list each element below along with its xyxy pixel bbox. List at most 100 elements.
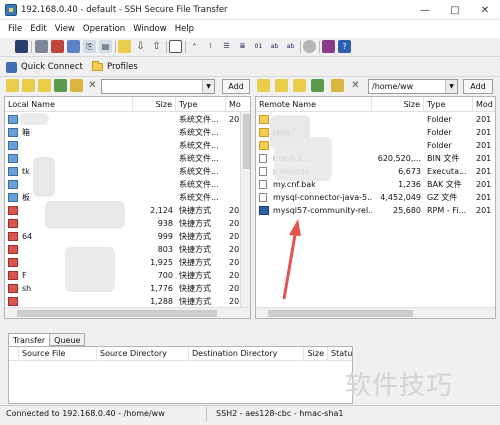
- disconnect-icon[interactable]: [51, 40, 64, 53]
- local-row[interactable]: 803 快捷方式 20: [5, 243, 250, 256]
- remote-up-folder-icon[interactable]: [257, 79, 270, 92]
- remote-row[interactable]: mysql57-community-rel... 25,680 RPM - Fi..…: [256, 204, 495, 217]
- local-file-pane[interactable]: Local Name Size Type Mo 系统文件... 20 箱系统文件..…: [4, 96, 251, 319]
- transfer-col-destination-directory[interactable]: Destination Directory: [189, 347, 304, 361]
- pc-icon: [8, 180, 18, 189]
- remote-path-combo[interactable]: /home/ww ▼: [368, 79, 458, 94]
- maximize-button[interactable]: □: [440, 0, 470, 20]
- remote-cell-mod: 201: [476, 206, 492, 215]
- chevron-down-icon[interactable]: ▼: [202, 80, 214, 93]
- remote-delete-icon[interactable]: ✕: [349, 79, 362, 92]
- transfer-list[interactable]: Source File Source Directory Destination…: [8, 346, 353, 404]
- download-icon[interactable]: ⇩: [134, 40, 147, 53]
- menu-file[interactable]: File: [4, 24, 26, 34]
- transfer-col-source-directory[interactable]: Source Directory: [97, 347, 189, 361]
- window-icon[interactable]: [169, 40, 182, 53]
- save-icon[interactable]: [15, 40, 28, 53]
- ascii-mode-icon[interactable]: ab: [268, 40, 281, 53]
- remote-cell-type: GZ 文件: [427, 193, 458, 202]
- remote-horizontal-scrollbar[interactable]: [256, 307, 495, 318]
- print-icon[interactable]: [35, 40, 48, 53]
- folder-new-icon[interactable]: [118, 40, 131, 53]
- local-row[interactable]: 1,925 快捷方式 20: [5, 256, 250, 269]
- connect-icon[interactable]: [67, 40, 80, 53]
- copy-icon[interactable]: ⎘: [83, 40, 96, 53]
- local-row[interactable]: 64 999 快捷方式 20: [5, 230, 250, 243]
- menu-view[interactable]: View: [51, 24, 79, 34]
- remote-header: Remote Name Size Type Mod: [256, 97, 495, 112]
- remote-new-folder-icon[interactable]: [293, 79, 306, 92]
- stop-icon[interactable]: [303, 40, 316, 53]
- chevron-down-icon[interactable]: ▼: [445, 80, 457, 93]
- transfer-col-source-file[interactable]: Source File: [19, 347, 97, 361]
- local-home-icon[interactable]: [22, 79, 35, 92]
- tab-transfer[interactable]: Transfer: [8, 333, 51, 346]
- local-new-folder-icon[interactable]: [38, 79, 51, 92]
- auto-mode-icon[interactable]: ab: [284, 40, 297, 53]
- menu-window[interactable]: Window: [129, 24, 171, 34]
- remote-hscroll-thumb[interactable]: [268, 310, 413, 317]
- binary-mode-icon[interactable]: 01: [252, 40, 265, 53]
- profiles-button[interactable]: Profiles: [92, 59, 138, 75]
- local-row[interactable]: 938 快捷方式 20: [5, 217, 250, 230]
- local-cell-size: 700: [157, 271, 173, 280]
- pc-icon: [8, 167, 18, 176]
- local-path-combo[interactable]: ▼: [101, 79, 215, 94]
- remote-folder-icon[interactable]: [331, 79, 344, 92]
- remote-file-pane[interactable]: Remote Name Size Type Mod Folder201javaF…: [255, 96, 496, 319]
- local-col-size[interactable]: Size: [133, 97, 176, 112]
- quick-connect-button[interactable]: Quick Connect: [6, 59, 83, 75]
- close-button[interactable]: ✕: [470, 0, 500, 20]
- local-row[interactable]: 箱 系统文件...: [5, 126, 250, 139]
- pane-toolbar: ✕ ▼ Add ✕ /home/ww ▼ Add: [0, 77, 500, 96]
- local-col-name[interactable]: Local Name: [5, 97, 133, 112]
- local-delete-icon[interactable]: ✕: [86, 79, 99, 92]
- minimize-button[interactable]: —: [410, 0, 440, 20]
- remote-refresh-icon[interactable]: [311, 79, 324, 92]
- remote-col-size[interactable]: Size: [372, 97, 424, 112]
- local-row[interactable]: sh 1,776 快捷方式 20: [5, 282, 250, 295]
- local-col-modified[interactable]: Mo: [226, 97, 250, 112]
- help-icon[interactable]: ?: [338, 40, 351, 53]
- menu-edit[interactable]: Edit: [26, 24, 50, 34]
- remote-cell-mod: 201: [476, 167, 492, 176]
- remote-col-modified[interactable]: Mod: [473, 97, 495, 112]
- menu-help[interactable]: Help: [171, 24, 198, 34]
- remote-add-button[interactable]: Add: [463, 79, 493, 94]
- local-scroll-thumb[interactable]: [243, 114, 250, 169]
- local-add-button[interactable]: Add: [222, 79, 250, 94]
- local-horizontal-scrollbar[interactable]: [5, 307, 250, 318]
- shortcut-icon: [8, 284, 18, 293]
- remote-cell-type: Executa...: [427, 167, 467, 176]
- small-icons-icon[interactable]: ⁞: [204, 40, 217, 53]
- large-icons-icon[interactable]: ᴬ: [188, 40, 201, 53]
- local-cell-name: 箱: [22, 128, 30, 137]
- shortcut-icon: [8, 232, 18, 241]
- paste-icon[interactable]: ▤: [99, 40, 112, 53]
- remote-row[interactable]: mysql-connector-java-5... 4,452,049 GZ 文件 2…: [256, 191, 495, 204]
- local-row[interactable]: 系统文件...: [5, 139, 250, 152]
- local-row[interactable]: F 700 快捷方式 20: [5, 269, 250, 282]
- quick-connect-label: Quick Connect: [21, 62, 83, 72]
- transfer-col-status[interactable]: Statu: [328, 347, 354, 361]
- local-up-folder-icon[interactable]: [6, 79, 19, 92]
- transfer-col-size[interactable]: Size: [304, 347, 328, 361]
- settings-icon[interactable]: [322, 40, 335, 53]
- upload-icon[interactable]: ⇧: [150, 40, 163, 53]
- menu-operation[interactable]: Operation: [79, 24, 129, 34]
- remote-cell-size: 620,520,...: [377, 154, 421, 163]
- remote-col-type[interactable]: Type: [424, 97, 473, 112]
- local-col-type[interactable]: Type: [176, 97, 226, 112]
- tab-queue[interactable]: Queue: [49, 333, 86, 346]
- local-hscroll-thumb[interactable]: [17, 310, 217, 317]
- local-cell-type: 快捷方式: [179, 219, 211, 228]
- details-view-icon[interactable]: ≣: [236, 40, 249, 53]
- local-refresh-icon[interactable]: [54, 79, 67, 92]
- remote-col-name[interactable]: Remote Name: [256, 97, 372, 112]
- local-row[interactable]: 2,124 快捷方式 20: [5, 204, 250, 217]
- list-view-icon[interactable]: ☰: [220, 40, 233, 53]
- remote-home-icon[interactable]: [275, 79, 288, 92]
- local-vertical-scrollbar[interactable]: [240, 112, 250, 307]
- local-folder-icon[interactable]: [70, 79, 83, 92]
- shortcut-icon: [8, 219, 18, 228]
